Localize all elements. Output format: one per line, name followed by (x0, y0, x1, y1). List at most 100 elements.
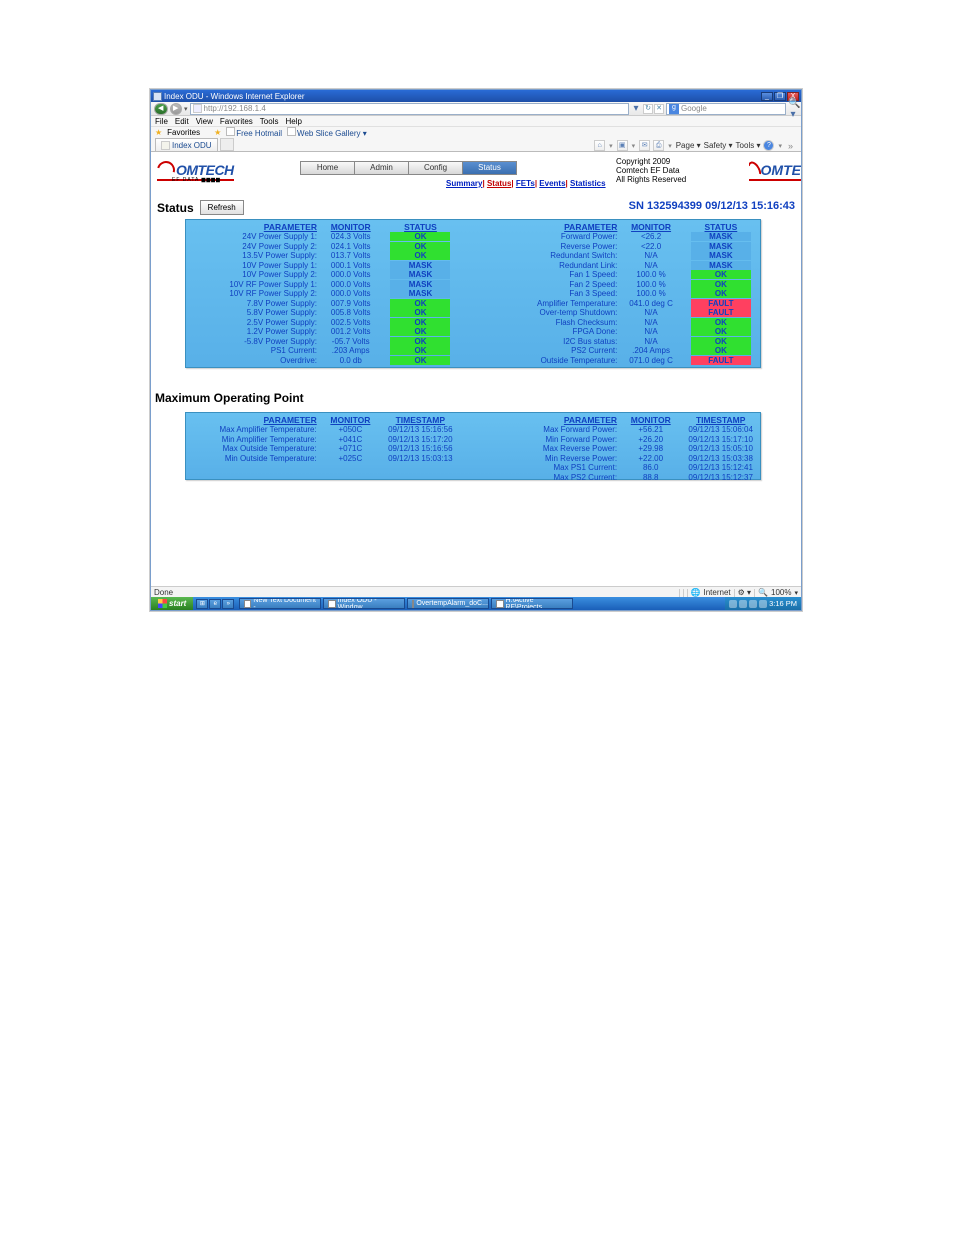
quick-launch: ⊞ e » (193, 599, 237, 609)
refresh-button[interactable]: Refresh (200, 200, 244, 215)
taskbar-task[interactable]: New Text Document - ... (239, 598, 321, 609)
param-label: PS2 Current: (486, 346, 620, 356)
cmd-tools[interactable]: Tools ▾ (736, 141, 761, 150)
favorites-bar: ★ Favorites ★ Free Hotmail Web Slice Gal… (151, 127, 801, 138)
tray-icon[interactable] (739, 600, 747, 608)
menu-help[interactable]: Help (285, 117, 301, 126)
status-badge: OK (381, 308, 459, 318)
feeds-icon[interactable]: ▣ (617, 140, 628, 151)
protected-mode-icon: ⚙ ▾ (738, 588, 751, 597)
copyright-text: Copyright 2009 Comtech EF Data All Right… (616, 157, 686, 184)
link-summary[interactable]: Summary (446, 179, 482, 188)
monitor-value: +22.00 (620, 454, 681, 464)
monitor-value (320, 473, 381, 483)
zoom-icon[interactable]: 🔍 (758, 588, 768, 597)
address-bar[interactable]: http://192.168.1.4 (190, 103, 629, 115)
menu-view[interactable]: View (196, 117, 213, 126)
status-badge: OK (381, 356, 459, 366)
help-icon[interactable]: ? (763, 140, 774, 151)
link-status[interactable]: Status (487, 179, 511, 188)
brand-logo-right: OMTE (749, 161, 801, 181)
favorites-star-icon[interactable]: ★ (155, 128, 162, 137)
status-badge: MASK (682, 232, 760, 242)
back-button[interactable] (154, 103, 168, 115)
search-button[interactable]: 🔍 ▾ (788, 98, 798, 120)
link-events[interactable]: Events (539, 179, 565, 188)
section-title-status: Status (157, 201, 194, 215)
param-label: FPGA Done: (486, 327, 620, 337)
taskbar-task[interactable]: Index ODU - Window... (323, 598, 405, 609)
menu-edit[interactable]: Edit (175, 117, 189, 126)
mop-table: PARAMETERMONITORTIMESTAMPPARAMETERMONITO… (185, 412, 761, 480)
tray-icon[interactable] (759, 600, 767, 608)
link-statistics[interactable]: Statistics (570, 179, 606, 188)
task-icon (328, 600, 335, 608)
ql-icon[interactable]: ⊞ (196, 599, 208, 609)
param-label: -5.8V Power Supply: (186, 337, 320, 347)
param-label: Redundant Switch: (486, 251, 620, 261)
timestamp-value (381, 473, 460, 483)
ql-icon[interactable]: e (209, 599, 221, 609)
status-badge: OK (682, 337, 760, 347)
menu-tools[interactable]: Tools (260, 117, 279, 126)
print-icon[interactable]: ⎙ (653, 140, 664, 151)
tray-icon[interactable] (729, 600, 737, 608)
tab-config[interactable]: Config (408, 161, 463, 175)
stop-icon[interactable]: ✕ (654, 104, 664, 114)
status-badge: OK (381, 299, 459, 309)
status-badge: MASK (682, 251, 760, 261)
maximize-button[interactable]: ❐ (774, 92, 786, 101)
monitor-value: <26.2 (620, 232, 681, 242)
fav-link-webslice[interactable]: Web Slice Gallery ▾ (287, 127, 367, 138)
fav-link-hotmail[interactable]: Free Hotmail (226, 127, 282, 138)
mail-icon[interactable]: ✉ (639, 140, 650, 151)
home-icon[interactable]: ⌂ (594, 140, 605, 151)
search-box[interactable]: g Google (666, 103, 786, 115)
param-label: 24V Power Supply 1: (186, 232, 320, 242)
monitor-value: 000.0 Volts (320, 270, 381, 280)
address-dropdown[interactable]: ▾ (631, 103, 641, 114)
param-label (186, 463, 320, 473)
monitor-value: 002.5 Volts (320, 318, 381, 328)
monitor-value: N/A (620, 251, 681, 261)
favorites-label[interactable]: Favorites (167, 128, 200, 137)
param-label: Over-temp Shutdown: (486, 308, 620, 318)
ql-icon[interactable]: » (222, 599, 234, 609)
param-label: Max PS1 Current: (486, 463, 620, 473)
windows-taskbar: start ⊞ e » New Text Document - ...Index… (151, 597, 801, 610)
menu-file[interactable]: File (155, 117, 168, 126)
cmd-safety[interactable]: Safety ▾ (704, 141, 733, 150)
tab-admin[interactable]: Admin (354, 161, 409, 175)
monitor-value: 024.1 Volts (320, 242, 381, 252)
refresh-icon[interactable]: ↻ (643, 104, 653, 114)
start-button[interactable]: start (151, 597, 193, 610)
monitor-value: 86.0 (620, 463, 681, 473)
param-label: 1.2V Power Supply: (186, 327, 320, 337)
link-fets[interactable]: FETs (516, 179, 535, 188)
minimize-button[interactable]: _ (761, 92, 773, 101)
monitor-value: 0.0 db (320, 356, 381, 366)
tab-home[interactable]: Home (300, 161, 355, 175)
param-label: Overdrive: (186, 356, 320, 366)
monitor-value: +56.21 (620, 425, 681, 435)
forward-button[interactable] (170, 103, 182, 115)
taskbar-task[interactable]: H:\Active RF\Projects... (491, 598, 573, 609)
monitor-value: 000.0 Volts (320, 280, 381, 290)
page-icon (161, 141, 170, 150)
cmd-page[interactable]: Page ▾ (676, 141, 701, 150)
param-label: Fan 2 Speed: (486, 280, 620, 290)
param-label: 10V RF Power Supply 2: (186, 289, 320, 299)
param-label: 24V Power Supply 2: (186, 242, 320, 252)
param-label: Max Forward Power: (486, 425, 620, 435)
monitor-value: +025C (320, 454, 381, 464)
status-badge: OK (381, 337, 459, 347)
brand-subtitle: EF DATA ▆▆▆▆ (172, 177, 221, 183)
param-label: Max Reverse Power: (486, 444, 620, 454)
tab-status[interactable]: Status (462, 161, 517, 175)
new-tab-button[interactable] (220, 138, 234, 151)
tab-index-odu[interactable]: Index ODU (155, 138, 218, 151)
taskbar-task[interactable]: OvertempAlarm_doC... (407, 598, 489, 609)
tray-icon[interactable] (749, 600, 757, 608)
menu-favorites[interactable]: Favorites (220, 117, 253, 126)
status-badge: OK (381, 346, 459, 356)
